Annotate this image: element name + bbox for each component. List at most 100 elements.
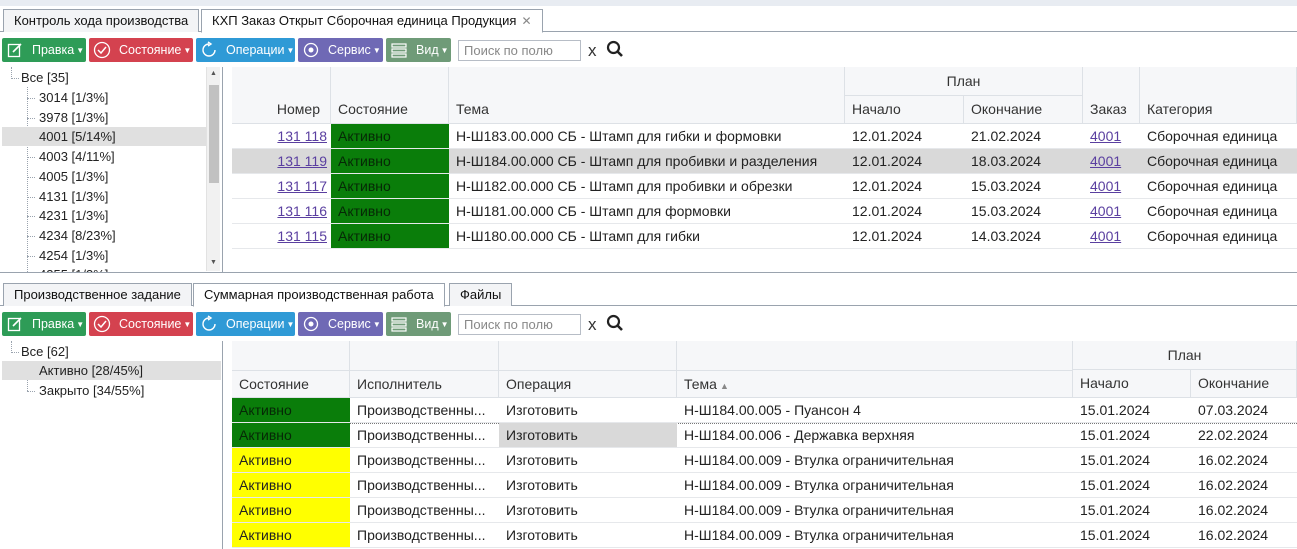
edit-button[interactable]: Правка ▼ [2, 312, 86, 336]
view-button[interactable]: Вид ▼ [386, 38, 451, 62]
order-link[interactable]: 4001 [1090, 228, 1121, 244]
search-input[interactable] [458, 40, 581, 61]
chevron-down-icon: ▼ [372, 319, 381, 329]
edit-button[interactable]: Правка ▼ [2, 38, 86, 62]
tab-production-task[interactable]: Производственное задание [3, 283, 192, 306]
tree-guide [27, 98, 35, 99]
service-button[interactable]: Сервис ▼ [298, 312, 383, 336]
column-state[interactable]: Состояние [331, 96, 449, 124]
cell-order[interactable]: 4001 [1083, 199, 1140, 224]
cell-performer: Производственны... [350, 523, 499, 548]
tree-guide [27, 255, 35, 257]
column-start[interactable]: Начало [845, 96, 964, 124]
number-link[interactable]: 131 117 [277, 178, 327, 194]
column-topic[interactable]: Тема ▲ [677, 371, 1073, 398]
cell-order[interactable]: 4001 [1083, 224, 1140, 249]
tree-item[interactable]: 3978 [1/3%] [39, 108, 108, 127]
number-link[interactable]: 131 115 [277, 228, 327, 244]
scrollbar-thumb[interactable] [209, 85, 219, 183]
tree-item[interactable]: 4254 [1/3%] [39, 246, 108, 265]
cell-number[interactable]: 131 117 [232, 174, 331, 199]
column-number[interactable]: Номер [232, 96, 331, 124]
cell-operation: Изготовить [499, 473, 677, 498]
column-operation[interactable]: Операция [499, 371, 677, 398]
number-link[interactable]: 131 119 [277, 153, 327, 169]
number-link[interactable]: 131 116 [277, 203, 327, 219]
tree-root[interactable]: Все [62] [21, 342, 69, 361]
column-performer[interactable]: Исполнитель [350, 371, 499, 398]
tree-item[interactable]: 4005 [1/3%] [39, 167, 108, 186]
cell-start: 12.01.2024 [845, 174, 964, 199]
tree-item[interactable]: 4255 [1/3%] [39, 265, 108, 272]
cell-state: Активно [232, 498, 350, 523]
operations-button[interactable]: Операции ▼ [196, 38, 295, 62]
column-end[interactable]: Окончание [964, 96, 1083, 124]
state-label: Состояние [119, 317, 182, 331]
operations-button[interactable]: Операции ▼ [196, 312, 295, 336]
column-state[interactable]: Состояние [232, 371, 350, 398]
column-label: Тема [684, 376, 717, 392]
tree-guide [27, 235, 35, 237]
service-button[interactable]: Сервис ▼ [298, 38, 383, 62]
cell-order[interactable]: 4001 [1083, 149, 1140, 174]
tree-scrollbar[interactable]: ▲ ▼ [206, 67, 220, 271]
tree-item[interactable]: 4003 [4/11%] [39, 147, 115, 166]
tree-item[interactable]: 4001 [5/14%] [2, 127, 206, 147]
scroll-up-icon[interactable]: ▲ [210, 70, 217, 77]
tree-item[interactable]: 4231 [1/3%] [39, 206, 108, 225]
cell-performer: Производственны... [350, 473, 499, 498]
order-link[interactable]: 4001 [1090, 153, 1121, 169]
search-icon[interactable] [606, 40, 624, 61]
number-link[interactable]: 131 118 [277, 128, 327, 144]
column-label: Операция [506, 376, 572, 392]
cell-order[interactable]: 4001 [1083, 174, 1140, 199]
cell-state: Активно [232, 423, 350, 448]
state-button[interactable]: Состояние ▼ [89, 38, 193, 62]
tree-guide [27, 117, 35, 119]
order-link[interactable]: 4001 [1090, 178, 1121, 194]
tab-kxp-order[interactable]: КХП Заказ Открыт Сборочная единица Проду… [201, 9, 543, 33]
chevron-down-icon: ▼ [440, 319, 449, 329]
chevron-down-icon: ▼ [286, 319, 295, 329]
cell-start: 15.01.2024 [1073, 523, 1191, 548]
cell-number[interactable]: 131 119 [232, 149, 331, 174]
cell-operation: Изготовить [499, 523, 677, 548]
tree-guide [11, 78, 19, 79]
tab-files[interactable]: Файлы [449, 283, 513, 306]
search-input[interactable] [458, 314, 581, 335]
cell-number[interactable]: 131 115 [232, 224, 331, 249]
tree-guide [27, 391, 35, 392]
column-start[interactable]: Начало [1073, 370, 1191, 398]
cell-order[interactable]: 4001 [1083, 124, 1140, 149]
search-icon[interactable] [606, 314, 624, 335]
view-button[interactable]: Вид ▼ [386, 312, 451, 336]
tree-item[interactable]: 3014 [1/3%] [39, 88, 108, 107]
tree-root[interactable]: Все [35] [21, 68, 69, 87]
tab-summary-work[interactable]: Суммарная производственная работа [193, 283, 445, 307]
clear-search-button[interactable]: x [588, 41, 597, 61]
order-link[interactable]: 4001 [1090, 128, 1121, 144]
tree-item[interactable]: Активно [28/45%] [2, 361, 221, 380]
splitter[interactable] [222, 341, 223, 549]
plan-group-header: План [1073, 341, 1297, 370]
tree-item[interactable]: 4234 [8/23%] [39, 226, 116, 245]
order-link[interactable]: 4001 [1090, 203, 1121, 219]
chevron-down-icon: ▼ [183, 319, 192, 329]
state-button[interactable]: Состояние ▼ [89, 312, 193, 336]
column-topic[interactable]: Тема [449, 96, 845, 124]
column-category[interactable]: Категория [1140, 96, 1297, 124]
column-end[interactable]: Окончание [1191, 370, 1297, 398]
cell-number[interactable]: 131 116 [232, 199, 331, 224]
clear-search-button[interactable]: x [588, 315, 597, 335]
view-label: Вид [416, 43, 439, 57]
scroll-down-icon[interactable]: ▼ [210, 259, 217, 266]
tree-item[interactable]: 4131 [1/3%] [39, 187, 108, 206]
cell-number[interactable]: 131 118 [232, 124, 331, 149]
plan-group-header: План [845, 67, 1083, 96]
tab-production-control[interactable]: Контроль хода производства [3, 9, 200, 32]
tree-item[interactable]: Закрыто [34/55%] [39, 381, 144, 400]
column-order[interactable]: Заказ [1083, 96, 1140, 124]
splitter[interactable] [222, 67, 223, 272]
close-icon[interactable]: ✕ [521, 14, 531, 28]
cell-state: Активно [232, 398, 350, 423]
